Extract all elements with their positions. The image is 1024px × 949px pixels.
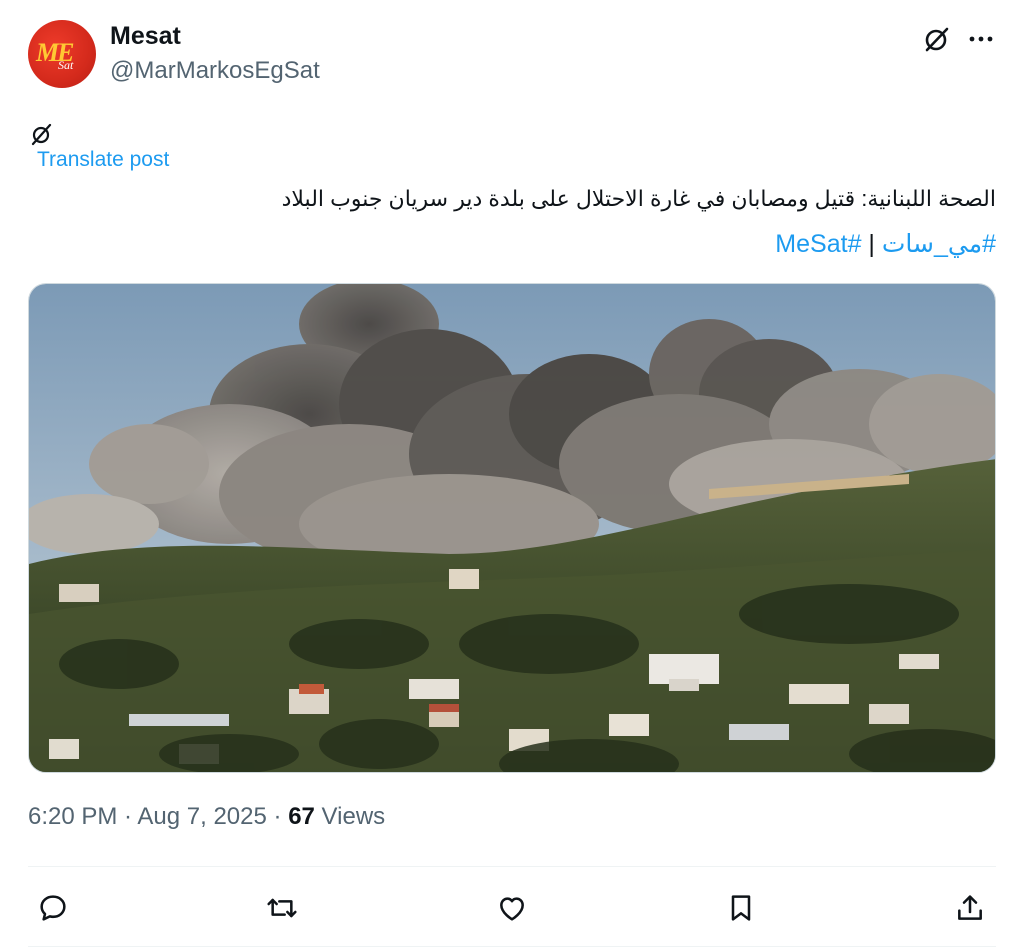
post-meta: 6:20 PM · Aug 7, 2025 · 67 Views [28,803,385,831]
post-image-illustration [29,284,995,772]
post-time[interactable]: 6:20 PM [28,803,117,830]
post-text: الصحة اللبنانية: قتيل ومصابان في غارة ال… [281,186,996,211]
hashtag-separator: | [861,230,882,258]
post-date[interactable]: Aug 7, 2025 [137,803,266,830]
avatar[interactable]: ME Sat [28,20,96,88]
views-label: Views [314,803,386,830]
grok-icon[interactable] [922,24,952,54]
hashtag-mesat[interactable]: #MeSat [775,230,861,258]
post-image[interactable] [28,283,996,773]
translate-post-link[interactable]: Translate post [37,148,169,172]
repost-icon [267,898,297,918]
post-hashtags: #مي_سات | #MeSat [96,227,996,261]
hashtag-arabic[interactable]: #مي_سات [882,230,996,258]
user-handle[interactable]: @MarMarkosEgSat [110,57,320,85]
avatar-logo-subtext: Sat [58,58,74,72]
divider-top [28,866,996,867]
display-name[interactable]: Mesat [110,22,181,51]
reply-button[interactable] [33,888,73,928]
share-button[interactable] [950,888,990,928]
divider-bottom [28,946,996,947]
reply-icon [40,895,66,921]
views-count: 67 [288,803,315,830]
like-button[interactable] [492,888,532,928]
post: ME Sat Mesat @MarMarkosEgSat Translate p… [0,0,1024,949]
meta-dot-2: · [266,803,289,830]
bookmark-icon [731,895,751,921]
share-icon [958,895,982,920]
more-icon[interactable] [966,24,996,54]
meta-dot-1: · [117,803,138,830]
heart-icon [500,897,524,921]
bookmark-button[interactable] [721,888,761,928]
repost-button[interactable] [262,888,302,928]
grok-translate-icon [29,121,53,147]
